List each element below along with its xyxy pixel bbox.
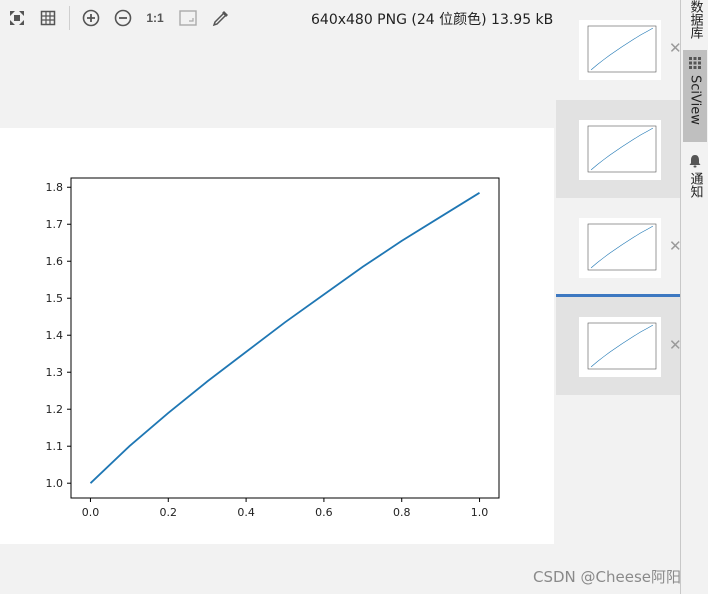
- series-group: [89, 192, 480, 484]
- tab-sciview[interactable]: SciView: [683, 50, 707, 142]
- tab-notifications-label: 通知: [687, 172, 703, 198]
- image-canvas: 0.0 0.2 0.4 0.6 0.8 1.0 1.0 1.1 1.2 1.3 1.4 1.5 1.6…: [0, 128, 554, 544]
- tab-database-label: 数据库: [687, 0, 703, 39]
- series-line: [89, 192, 480, 484]
- x-tick-label: 0.6: [315, 506, 333, 519]
- toolbar-separator: [69, 6, 70, 30]
- x-tick-label: 0.8: [393, 506, 411, 519]
- y-axis-ticks: 1.0 1.1 1.2 1.3 1.4 1.5 1.6 1.7 1.8: [46, 181, 71, 490]
- line-chart: 0.0 0.2 0.4 0.6 0.8 1.0 1.0 1.1 1.2 1.3 1.4 1.5 1.6…: [46, 177, 500, 519]
- thumbnail-item[interactable]: [556, 100, 680, 198]
- x-tick-label: 0.4: [237, 506, 255, 519]
- tab-database[interactable]: 数据库: [683, 0, 707, 40]
- y-tick-label: 1.5: [46, 292, 64, 305]
- y-tick-label: 1.1: [46, 440, 64, 453]
- thumbnail-item-selected[interactable]: ✕: [556, 297, 682, 395]
- y-tick-label: 1.8: [46, 181, 64, 194]
- fit-screen-icon[interactable]: [6, 7, 28, 29]
- image-info-text: 640x480 PNG (24 位颜色) 13.95 kB: [311, 12, 554, 28]
- tab-sciview-label: SciView: [687, 75, 703, 125]
- side-tool-strip: 数据库 SciView 通知: [680, 0, 708, 594]
- watermark: CSDN @Cheese阿阳: [533, 568, 682, 586]
- thumbnail-series-line: [590, 225, 654, 269]
- x-tick-label: 1.0: [471, 506, 489, 519]
- thumbnail-image[interactable]: [579, 317, 661, 377]
- thumbnail-plot-frame: [587, 223, 657, 271]
- actual-size-label: 1:1: [146, 11, 164, 25]
- y-tick-label: 1.7: [46, 218, 64, 231]
- zoom-in-icon[interactable]: [80, 7, 102, 29]
- thumbnail-plot-frame: [587, 125, 657, 173]
- thumbnail-image[interactable]: [579, 20, 661, 80]
- thumbnail-image[interactable]: [579, 218, 661, 278]
- x-tick-label: 0.2: [160, 506, 178, 519]
- y-tick-label: 1.6: [46, 255, 64, 268]
- thumbnail-plot-frame: [587, 322, 657, 370]
- bell-icon: [689, 155, 701, 168]
- thumbnail-plot-frame: [587, 25, 657, 73]
- grid-icon: [689, 57, 701, 69]
- thumbnail-series-line: [590, 324, 654, 368]
- plot-area-frame: [70, 177, 500, 499]
- actual-size-icon[interactable]: 1:1: [144, 7, 166, 29]
- thumbnail-item[interactable]: ✕: [556, 198, 682, 296]
- y-tick-label: 1.2: [46, 403, 64, 416]
- x-axis-ticks: 0.0 0.2 0.4 0.6 0.8 1.0: [82, 498, 489, 519]
- y-tick-label: 1.3: [46, 366, 64, 379]
- thumbnail-series-line: [590, 27, 654, 71]
- tab-notifications[interactable]: 通知: [683, 150, 707, 202]
- y-tick-label: 1.4: [46, 329, 64, 342]
- image-toolbar: 1:1 640x480 PNG (24 位颜色) 13.95 kB: [0, 0, 556, 36]
- grid-icon[interactable]: [37, 7, 59, 29]
- thumbnail-item[interactable]: ✕: [556, 0, 682, 98]
- zoom-out-icon[interactable]: [112, 7, 134, 29]
- color-picker-icon[interactable]: [210, 7, 232, 29]
- y-tick-label: 1.0: [46, 477, 64, 490]
- fit-window-icon[interactable]: [177, 7, 199, 29]
- thumbnail-image[interactable]: [579, 120, 661, 180]
- thumbnail-series-line: [590, 127, 654, 171]
- x-tick-label: 0.0: [82, 506, 100, 519]
